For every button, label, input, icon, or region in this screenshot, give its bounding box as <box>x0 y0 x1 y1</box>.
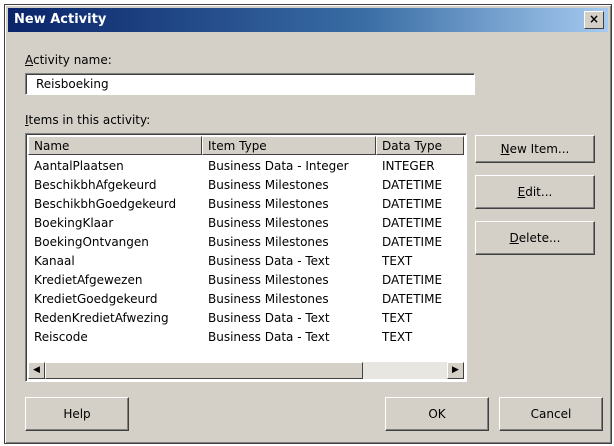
column-header-data-type[interactable]: Data Type <box>376 136 464 155</box>
cell-name: AantalPlaatsen <box>34 159 124 173</box>
edit-button[interactable]: Edit... <box>475 175 595 209</box>
cell-data-type: DATETIME <box>382 292 443 306</box>
column-header-name[interactable]: Name <box>28 136 202 155</box>
table-row[interactable]: RedenKredietAfwezing Business Data - Text… <box>28 309 464 328</box>
new-item-hotkey: N <box>500 142 510 156</box>
cell-item-type: Business Milestones <box>208 292 329 306</box>
delete-hotkey: D <box>509 231 519 245</box>
table-row[interactable]: KredietGoedgekeurd Business Milestones DAT… <box>28 290 464 309</box>
list-rows: AantalPlaatsen Business Data - Integer INT… <box>28 157 464 347</box>
cell-data-type: INTEGER <box>382 159 435 173</box>
cell-data-type: TEXT <box>382 330 413 344</box>
items-list[interactable]: Name Item Type Data Type AantalPlaatsen B… <box>25 133 467 382</box>
cell-data-type: DATETIME <box>382 216 443 230</box>
cell-item-type: Business Data - Text <box>208 330 330 344</box>
cell-data-type: DATETIME <box>382 235 443 249</box>
title-bar[interactable]: New Activity × <box>8 8 608 32</box>
table-row[interactable]: BeschikbhAfgekeurd Business Milestones DAT… <box>28 176 464 195</box>
items-label-text: tems in this activity: <box>28 113 151 127</box>
delete-label: elete... <box>518 231 561 245</box>
scroll-left-icon[interactable]: ◀ <box>28 362 45 379</box>
cell-name: KredietAfgewezen <box>34 273 143 287</box>
scroll-right-icon[interactable]: ▶ <box>447 362 464 379</box>
column-header-item-type[interactable]: Item Type <box>202 136 376 155</box>
activity-name-input[interactable] <box>25 73 475 95</box>
table-row[interactable]: AantalPlaatsen Business Data - Integer INT… <box>28 157 464 176</box>
table-row[interactable]: BoekingOntvangen Business Milestones DATET… <box>28 233 464 252</box>
cell-item-type: Business Milestones <box>208 197 329 211</box>
new-activity-dialog: New Activity × Activity name: Items in t… <box>4 4 612 444</box>
scrollbar-thumb[interactable] <box>45 362 363 379</box>
help-button[interactable]: Help <box>25 397 129 431</box>
table-row[interactable]: KredietAfgewezen Business Milestones DATET… <box>28 271 464 290</box>
table-row[interactable]: BoekingKlaar Business Milestones DATETIME <box>28 214 464 233</box>
cell-item-type: Business Milestones <box>208 216 329 230</box>
cell-item-type: Business Milestones <box>208 235 329 249</box>
cell-item-type: Business Data - Text <box>208 254 330 268</box>
activity-name-label-text: ctivity name: <box>33 53 112 67</box>
cell-data-type: TEXT <box>382 311 413 325</box>
activity-name-label: Activity name: <box>25 53 112 67</box>
cell-data-type: TEXT <box>382 254 413 268</box>
cancel-button[interactable]: Cancel <box>499 397 603 431</box>
cell-name: KredietGoedgekeurd <box>34 292 158 306</box>
cell-name: RedenKredietAfwezing <box>34 311 169 325</box>
cell-data-type: DATETIME <box>382 197 443 211</box>
cell-name: Kanaal <box>34 254 75 268</box>
list-header: Name Item Type Data Type <box>28 136 464 155</box>
new-item-label: ew Item... <box>509 142 570 156</box>
cell-data-type: DATETIME <box>382 273 443 287</box>
new-item-button[interactable]: New Item... <box>475 135 595 163</box>
cell-name: BeschikbhGoedgekeurd <box>34 197 177 211</box>
cell-name: BeschikbhAfgekeurd <box>34 178 157 192</box>
horizontal-scrollbar[interactable]: ◀ ▶ <box>28 362 464 379</box>
edit-label: dit... <box>525 185 553 199</box>
table-row[interactable]: Kanaal Business Data - Text TEXT <box>28 252 464 271</box>
table-row[interactable]: Reiscode Business Data - Text TEXT <box>28 328 464 347</box>
cell-name: BoekingKlaar <box>34 216 114 230</box>
cell-item-type: Business Milestones <box>208 178 329 192</box>
cell-item-type: Business Milestones <box>208 273 329 287</box>
cell-name: BoekingOntvangen <box>34 235 149 249</box>
table-row[interactable]: BeschikbhGoedgekeurd Business Milestones D… <box>28 195 464 214</box>
activity-name-hotkey: A <box>25 53 33 67</box>
cell-item-type: Business Data - Integer <box>208 159 349 173</box>
items-label: Items in this activity: <box>25 113 150 127</box>
ok-button[interactable]: OK <box>385 397 489 431</box>
close-icon[interactable]: × <box>584 11 604 29</box>
cell-item-type: Business Data - Text <box>208 311 330 325</box>
cell-name: Reiscode <box>34 330 88 344</box>
cell-data-type: DATETIME <box>382 178 443 192</box>
dialog-title: New Activity <box>14 12 107 27</box>
delete-button[interactable]: Delete... <box>475 221 595 255</box>
